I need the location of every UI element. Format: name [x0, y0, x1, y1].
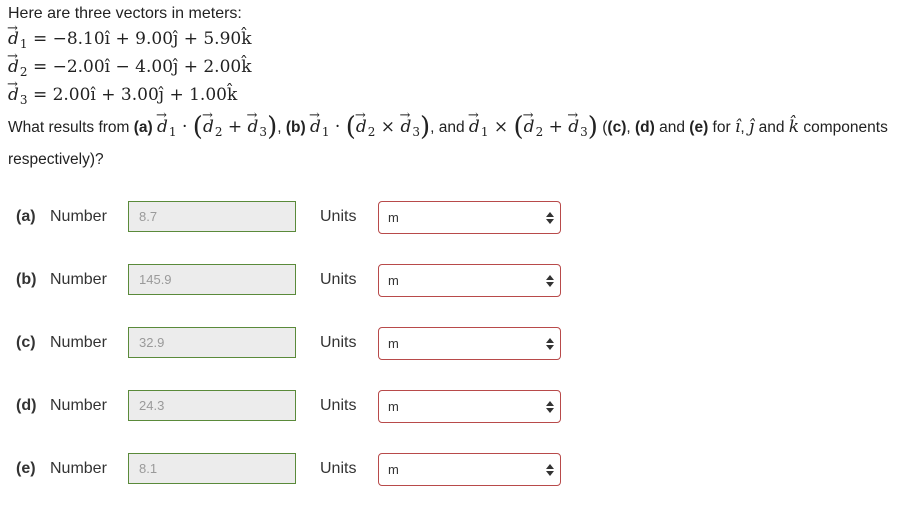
- select-arrows-icon: [546, 337, 554, 351]
- units-label: Units: [320, 460, 357, 477]
- units-select-e[interactable]: m: [378, 453, 561, 486]
- select-arrows-icon: [546, 400, 554, 414]
- answer-row-d: (d) Number 24.3 Units m: [16, 390, 576, 423]
- number-label: Number: [50, 397, 107, 414]
- vector-d3-equation: d3 = 2.00î + 3.00ĵ + 1.00k̂: [7, 72, 918, 109]
- select-arrows-icon: [546, 274, 554, 288]
- number-label: Number: [50, 271, 107, 288]
- number-input-e[interactable]: 8.1: [128, 453, 296, 484]
- units-select-a[interactable]: m: [378, 201, 561, 234]
- part-label: (d): [16, 397, 37, 414]
- answer-row-e: (e) Number 8.1 Units m: [16, 453, 576, 486]
- part-label: (a): [16, 208, 36, 225]
- number-label: Number: [50, 334, 107, 351]
- vector-d2-equation: d2 = −2.00î − 4.00ĵ + 2.00k̂: [7, 44, 918, 81]
- number-input-c[interactable]: 32.9: [128, 327, 296, 358]
- part-label: (e): [16, 460, 36, 477]
- select-arrows-icon: [546, 211, 554, 225]
- problem-intro: Here are three vectors in meters:: [8, 5, 242, 22]
- select-arrows-icon: [546, 463, 554, 477]
- problem-question: What results from (a) d1 · (d2 + d3), (b…: [8, 100, 918, 176]
- number-input-d[interactable]: 24.3: [128, 390, 296, 421]
- number-label: Number: [50, 208, 107, 225]
- units-label: Units: [320, 208, 357, 225]
- number-input-b[interactable]: 145.9: [128, 264, 296, 295]
- answer-row-b: (b) Number 145.9 Units m: [16, 264, 576, 297]
- part-label: (c): [16, 334, 36, 351]
- part-label: (b): [16, 271, 37, 288]
- units-select-b[interactable]: m: [378, 264, 561, 297]
- units-label: Units: [320, 271, 357, 288]
- units-label: Units: [320, 334, 357, 351]
- number-input-a[interactable]: 8.7: [128, 201, 296, 232]
- units-label: Units: [320, 397, 357, 414]
- answer-row-c: (c) Number 32.9 Units m: [16, 327, 576, 360]
- problem-statement: Here are three vectors in meters: d1 = −…: [7, 3, 918, 176]
- number-label: Number: [50, 460, 107, 477]
- answer-row-a: (a) Number 8.7 Units m: [16, 201, 576, 234]
- units-select-d[interactable]: m: [378, 390, 561, 423]
- vector-d1-equation: d1 = −8.10î + 9.00ĵ + 5.90k̂: [7, 16, 918, 53]
- units-select-c[interactable]: m: [378, 327, 561, 360]
